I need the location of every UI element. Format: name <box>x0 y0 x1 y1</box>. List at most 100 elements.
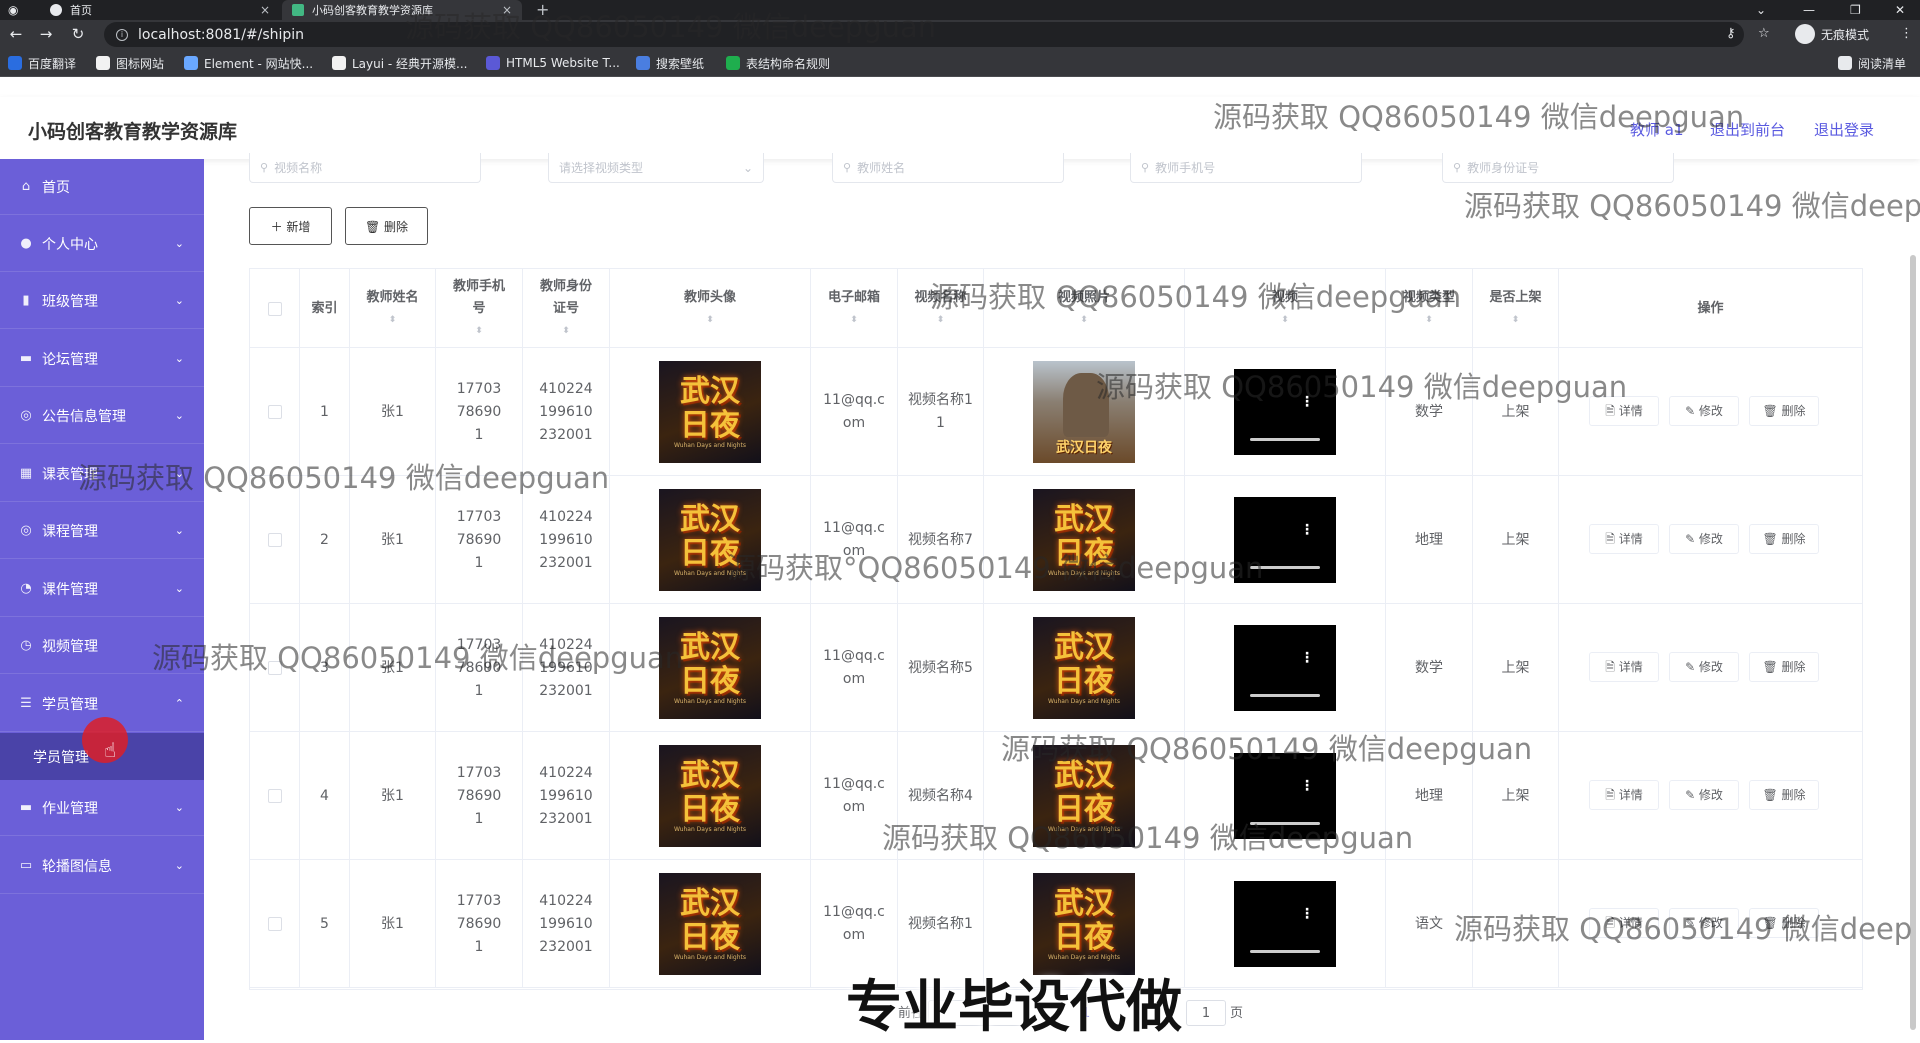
sidebar-item[interactable]: ◎ 课程管理 ⌄ <box>0 503 204 559</box>
key-icon[interactable]: ⚷ <box>1726 24 1736 44</box>
back-to-front-link[interactable]: 退出到前台 <box>1710 119 1785 140</box>
table-row[interactable]: 2 张1 17703786901 410224199610232001 武汉日夜 Wuha… <box>250 476 1862 604</box>
back-button[interactable]: ← <box>6 24 26 44</box>
batch-delete-button[interactable]: 🗑 删除 <box>345 207 428 245</box>
bookmark-item[interactable]: Layui - 经典开源模... <box>332 49 467 77</box>
more-options-icon[interactable]: ⋮ <box>1300 647 1314 670</box>
teacher-phone-search-input[interactable]: ⚲ 教师手机号 <box>1130 153 1362 183</box>
row-checkbox[interactable] <box>267 917 282 931</box>
bookmark-item[interactable]: HTML5 Website T... <box>486 49 620 77</box>
minimize-button[interactable]: — <box>1803 0 1815 20</box>
delete-row-button[interactable]: 🗑 删除 <box>1749 524 1819 554</box>
bookmark-item[interactable]: 表结构命名规则 <box>726 49 830 77</box>
bookmark-item[interactable]: Element - 网站快... <box>184 49 313 77</box>
delete-row-button[interactable]: 🗑 删除 <box>1749 780 1819 810</box>
header-teacher-id[interactable]: 教师身份证号 ⬍ <box>523 269 610 348</box>
header-teacher-name[interactable]: 教师姓名 ⬍ <box>350 269 436 348</box>
sidebar-item[interactable]: ▬ 作业管理 ⌄ <box>0 780 204 836</box>
video-player[interactable]: ⋮ <box>1234 625 1336 711</box>
more-options-icon[interactable]: ⋮ <box>1300 391 1314 414</box>
video-player[interactable]: ⋮ <box>1234 753 1336 839</box>
teacher-name-search-input[interactable]: ⚲ 教师姓名 <box>832 153 1064 183</box>
new-tab-button[interactable]: + <box>536 0 549 20</box>
page-scrollbar[interactable] <box>1910 255 1916 1030</box>
tab-close-icon[interactable]: × <box>260 3 270 17</box>
forward-button[interactable]: → <box>36 24 56 44</box>
video-player[interactable]: ⋮ <box>1234 497 1336 583</box>
delete-row-button[interactable]: 🗑 删除 <box>1749 652 1819 682</box>
delete-row-button[interactable]: 🗑 删除 <box>1749 908 1819 938</box>
edit-button[interactable]: ✎ 修改 <box>1669 780 1739 810</box>
goto-page-input[interactable]: 1 <box>1186 1000 1226 1026</box>
video-type-select[interactable]: 请选择视频类型 ⌄ <box>548 153 764 183</box>
sidebar-item[interactable]: ◷ 视频管理 <box>0 618 204 674</box>
row-checkbox[interactable] <box>267 405 282 419</box>
edit-button[interactable]: ✎ 修改 <box>1669 652 1739 682</box>
table-row[interactable]: 4 张1 17703786901 410224199610232001 武汉日夜 Wuha… <box>250 732 1862 860</box>
bookmark-item[interactable]: 百度翻译 <box>8 49 76 77</box>
row-checkbox[interactable] <box>267 533 282 547</box>
sidebar-item[interactable]: ▦ 课表管理 ⌄ <box>0 446 204 502</box>
sidebar-item[interactable]: ⌂ 首页 <box>0 159 204 215</box>
header-index[interactable]: 索引 <box>300 269 350 348</box>
video-player[interactable]: ⋮ <box>1234 369 1336 455</box>
more-options-icon[interactable]: ⋮ <box>1300 903 1314 926</box>
bookmark-item[interactable]: 搜索壁纸 <box>636 49 704 77</box>
header-teacher-phone[interactable]: 教师手机号 ⬍ <box>436 269 523 348</box>
table-row[interactable]: 3 张1 17703786901 410224199610232001 武汉日夜 Wuha… <box>250 604 1862 732</box>
url-field[interactable]: i localhost:8081/#/shipin <box>104 22 1744 47</box>
close-window-button[interactable]: ✕ <box>1895 0 1905 20</box>
logout-link[interactable]: 退出登录 <box>1814 119 1874 140</box>
teacher-id-search-input[interactable]: ⚲ 教师身份证号 <box>1442 153 1674 183</box>
header-avatar[interactable]: 教师头像 ⬍ <box>610 269 811 348</box>
sort-icon[interactable]: ⬍ <box>1425 309 1433 331</box>
more-options-icon[interactable]: ⋮ <box>1300 519 1314 542</box>
header-email[interactable]: 电子邮箱 ⬍ <box>811 269 898 348</box>
video-progress-bar[interactable] <box>1250 438 1320 441</box>
detail-button[interactable]: 🗎 详情 <box>1589 652 1659 682</box>
incognito-indicator[interactable]: 无痕模式 <box>1795 24 1869 44</box>
video-progress-bar[interactable] <box>1250 694 1320 697</box>
sort-icon[interactable]: ⬍ <box>937 309 945 331</box>
select-all-checkbox[interactable] <box>267 301 282 316</box>
info-icon[interactable]: i <box>116 28 128 41</box>
maximize-button[interactable]: ❐ <box>1850 0 1861 20</box>
sort-icon[interactable]: ⬍ <box>475 320 483 342</box>
bookmark-item[interactable]: 图标网站 <box>96 49 164 77</box>
edit-button[interactable]: ✎ 修改 <box>1669 524 1739 554</box>
tab-close-icon[interactable]: × <box>502 3 512 17</box>
delete-row-button[interactable]: 🗑 删除 <box>1749 396 1819 426</box>
detail-button[interactable]: 🗎 详情 <box>1589 396 1659 426</box>
bookmark-star-icon[interactable]: ☆ <box>1758 24 1770 44</box>
browser-menu-icon[interactable]: ⋮ <box>1900 24 1913 44</box>
more-options-icon[interactable]: ⋮ <box>1300 775 1314 798</box>
edit-button[interactable]: ✎ 修改 <box>1669 908 1739 938</box>
tab-search-icon[interactable]: ⌄ <box>1756 0 1766 20</box>
row-checkbox[interactable] <box>267 789 282 803</box>
sidebar-item[interactable]: ▮ 班级管理 ⌄ <box>0 273 204 329</box>
sidebar-item[interactable]: ▭ 轮播图信息 ⌄ <box>0 838 204 894</box>
edit-button[interactable]: ✎ 修改 <box>1669 396 1739 426</box>
table-row[interactable]: 1 张1 17703786901 410224199610232001 武汉日夜 Wuha… <box>250 348 1862 476</box>
sort-icon[interactable]: ⬍ <box>1512 309 1520 331</box>
header-on-shelf[interactable]: 是否上架 ⬍ <box>1473 269 1559 348</box>
detail-button[interactable]: 🗎 详情 <box>1589 908 1659 938</box>
add-button[interactable]: ＋ 新增 <box>249 207 332 245</box>
video-progress-bar[interactable] <box>1250 566 1320 569</box>
detail-button[interactable]: 🗎 详情 <box>1589 524 1659 554</box>
header-video-name[interactable]: 视频名称 ⬍ <box>898 269 984 348</box>
row-checkbox[interactable] <box>267 661 282 675</box>
reload-button[interactable]: ↻ <box>68 24 88 44</box>
header-video-type[interactable]: 视频类型 ⬍ <box>1386 269 1473 348</box>
video-progress-bar[interactable] <box>1250 950 1320 953</box>
sort-icon[interactable]: ⬍ <box>706 309 714 331</box>
video-progress-bar[interactable] <box>1250 822 1320 825</box>
sort-icon[interactable]: ⬍ <box>1281 309 1289 331</box>
sort-icon[interactable]: ⬍ <box>389 309 397 331</box>
sidebar-item[interactable]: ● 个人中心 ⌄ <box>0 216 204 272</box>
sort-icon[interactable]: ⬍ <box>562 320 570 342</box>
reading-list[interactable]: 阅读清单 <box>1838 49 1906 77</box>
header-video[interactable]: 视频 ⬍ <box>1185 269 1386 348</box>
tab-home[interactable]: 首页 × <box>40 0 280 20</box>
sort-icon[interactable]: ⬍ <box>850 309 858 331</box>
